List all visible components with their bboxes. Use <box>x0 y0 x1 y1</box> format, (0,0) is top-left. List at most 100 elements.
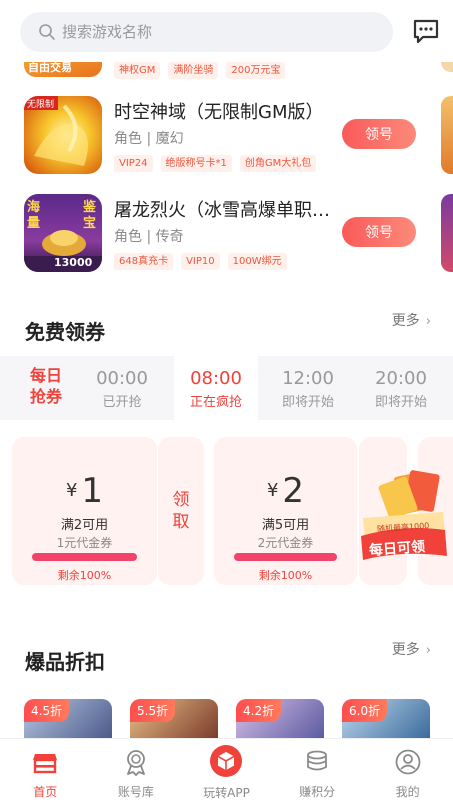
game-tag: 100W绑元 <box>227 253 287 270</box>
daily-grab-label: 每日 抢券 <box>24 365 68 407</box>
discount-game-card[interactable]: 5.5折 <box>130 699 218 739</box>
currency-symbol: ¥ <box>266 480 279 501</box>
coupon-value: 2 <box>282 471 305 511</box>
chevron-right-icon: › <box>425 314 431 329</box>
nav-label: 账号库 <box>117 785 154 799</box>
coupons-more-link[interactable]: 更多 › <box>392 310 431 330</box>
next-card-edge <box>441 62 453 72</box>
coupon-claim-button[interactable]: 领 取 <box>169 489 193 533</box>
claim-char: 取 <box>172 512 190 532</box>
user-icon <box>395 749 421 775</box>
discount-badge: 4.5折 <box>24 699 70 722</box>
coupon-condition: 满5可用 <box>261 518 310 533</box>
daily-redpacket-promo[interactable]: 随机最高1000 每日可领 <box>357 466 449 562</box>
game-title: 时空神域（无限制GM版） <box>114 102 324 123</box>
discount-game-card[interactable]: 6.0折 <box>342 699 430 739</box>
game-tags: VIP24 绝版称号卡*1 创角GM大礼包 <box>114 155 317 172</box>
claim-char: 领 <box>172 490 190 510</box>
slot-status: 即将开始 <box>281 395 334 410</box>
game-tag: 创角GM大礼包 <box>239 155 317 172</box>
coins-icon <box>307 750 327 771</box>
search-icon <box>39 24 55 40</box>
nav-label: 赚积分 <box>299 785 336 799</box>
nav-label: 玩转APP <box>203 786 250 800</box>
message-icon[interactable] <box>411 16 441 46</box>
discounts-more-link[interactable]: 更多 › <box>392 639 431 659</box>
claim-account-button[interactable]: 领号 <box>342 217 416 247</box>
daily-grab-line: 抢券 <box>29 387 62 406</box>
discount-game-card[interactable]: 4.5折 <box>24 699 112 739</box>
game-tags: 648真充卡 VIP10 100W绑元 <box>114 253 287 270</box>
header <box>0 0 453 62</box>
game-tags: 神权GM 满阶坐骑 200万元宝 <box>114 62 286 79</box>
coupon-amount: ¥2 <box>214 471 357 511</box>
coupon-remaining-bar <box>32 553 137 561</box>
game-thumbnail: 无限制 <box>24 96 102 174</box>
time-slot[interactable]: 12:00 即将开始 <box>267 356 349 420</box>
search-input[interactable] <box>62 12 382 52</box>
nav-earn-points[interactable]: 赚积分 <box>272 739 363 800</box>
discount-game-card[interactable]: 4.2折 <box>236 699 324 739</box>
discount-badge: 5.5折 <box>130 699 176 722</box>
thumbnail-text: 13000 <box>54 256 93 269</box>
slot-status: 正在疯抢 <box>189 395 242 410</box>
nav-label: 首页 <box>33 785 58 799</box>
coupon-name: 1元代金券 <box>56 536 113 550</box>
game-tag: 648真充卡 <box>114 253 174 270</box>
section-title-discounts: 爆品折扣 <box>25 650 105 674</box>
slot-time: 12:00 <box>282 368 334 389</box>
coupon-card[interactable]: ¥1 满2可用 1元代金券 剩余100% <box>12 437 157 585</box>
bottom-nav: 首页 账号库 玩转APP 赚积分 我的 <box>0 738 453 800</box>
nav-app-guide[interactable]: 玩转APP <box>181 739 272 800</box>
next-card-edge <box>441 96 453 174</box>
discount-badge: 6.0折 <box>342 699 388 722</box>
slot-time: 00:00 <box>96 368 148 389</box>
game-tag: VIP10 <box>181 253 220 270</box>
nav-label: 我的 <box>395 785 420 799</box>
more-label: 更多 <box>391 642 420 658</box>
daily-grab-line: 每日 <box>29 366 62 385</box>
game-tag: VIP24 <box>114 155 153 172</box>
game-tag: 绝版称号卡*1 <box>160 155 232 172</box>
partial-game-row[interactable]: 自由交易 神权GM 满阶坐骑 200万元宝 <box>0 62 453 84</box>
game-tag: 200万元宝 <box>226 62 286 79</box>
game-tag: 满阶坐骑 <box>168 62 219 79</box>
search-bar[interactable] <box>20 12 393 52</box>
coupon-condition: 满2可用 <box>60 518 109 533</box>
nav-home[interactable]: 首页 <box>0 739 91 800</box>
coupon-remaining-bar <box>234 553 337 561</box>
nav-profile[interactable]: 我的 <box>362 739 453 800</box>
game-categories: 角色 | 传奇 <box>114 229 184 245</box>
cube-icon <box>210 745 243 777</box>
coupon-value: 1 <box>81 471 104 511</box>
slot-time: 08:00 <box>190 368 242 389</box>
coupon-amount: ¥1 <box>12 471 157 511</box>
medal-icon <box>126 750 145 776</box>
game-tag: 神权GM <box>114 62 161 79</box>
thumbnail-text: 鉴宝 <box>83 200 97 231</box>
time-slot[interactable]: 00:00 已开抢 <box>81 356 163 420</box>
coupon-remaining: 剩余100% <box>258 569 313 582</box>
thumbnail-text: 海量 <box>27 200 41 231</box>
currency-symbol: ¥ <box>65 480 78 501</box>
nav-account-library[interactable]: 账号库 <box>91 739 182 800</box>
game-thumbnail: 海量 鉴宝 13000 <box>24 194 102 272</box>
more-label: 更多 <box>391 313 420 329</box>
game-thumbnail: 自由交易 <box>24 62 102 77</box>
coupon-card[interactable]: ¥2 满5可用 2元代金券 剩余100% <box>214 437 357 585</box>
thumbnail-badge: 无限制 <box>27 100 55 110</box>
section-title-coupons: 免费领券 <box>25 320 105 344</box>
time-slot-active[interactable]: 08:00 正在疯抢 <box>174 356 258 420</box>
game-categories: 角色 | 魔幻 <box>114 131 184 147</box>
home-store-icon <box>33 754 58 774</box>
claim-account-button[interactable]: 领号 <box>342 119 416 149</box>
time-slot-strip: 每日 抢券 00:00 已开抢 08:00 正在疯抢 12:00 即将开始 20… <box>0 356 453 420</box>
game-title: 屠龙烈火（冰雪高爆单职… <box>114 200 330 221</box>
coupon-remaining: 剩余100% <box>57 569 112 582</box>
game-list-item[interactable]: 海量 鉴宝 13000 屠龙烈火（冰雪高爆单职… 角色 | 传奇 648真充卡 … <box>0 194 453 282</box>
next-card-edge <box>441 194 453 272</box>
slot-status: 已开抢 <box>102 395 142 410</box>
time-slot[interactable]: 20:00 即将开始 <box>360 356 442 420</box>
promo-title: 每日可领 <box>368 539 426 559</box>
game-list-item[interactable]: 无限制 时空神域（无限制GM版） 角色 | 魔幻 VIP24 绝版称号卡*1 创… <box>0 96 453 184</box>
